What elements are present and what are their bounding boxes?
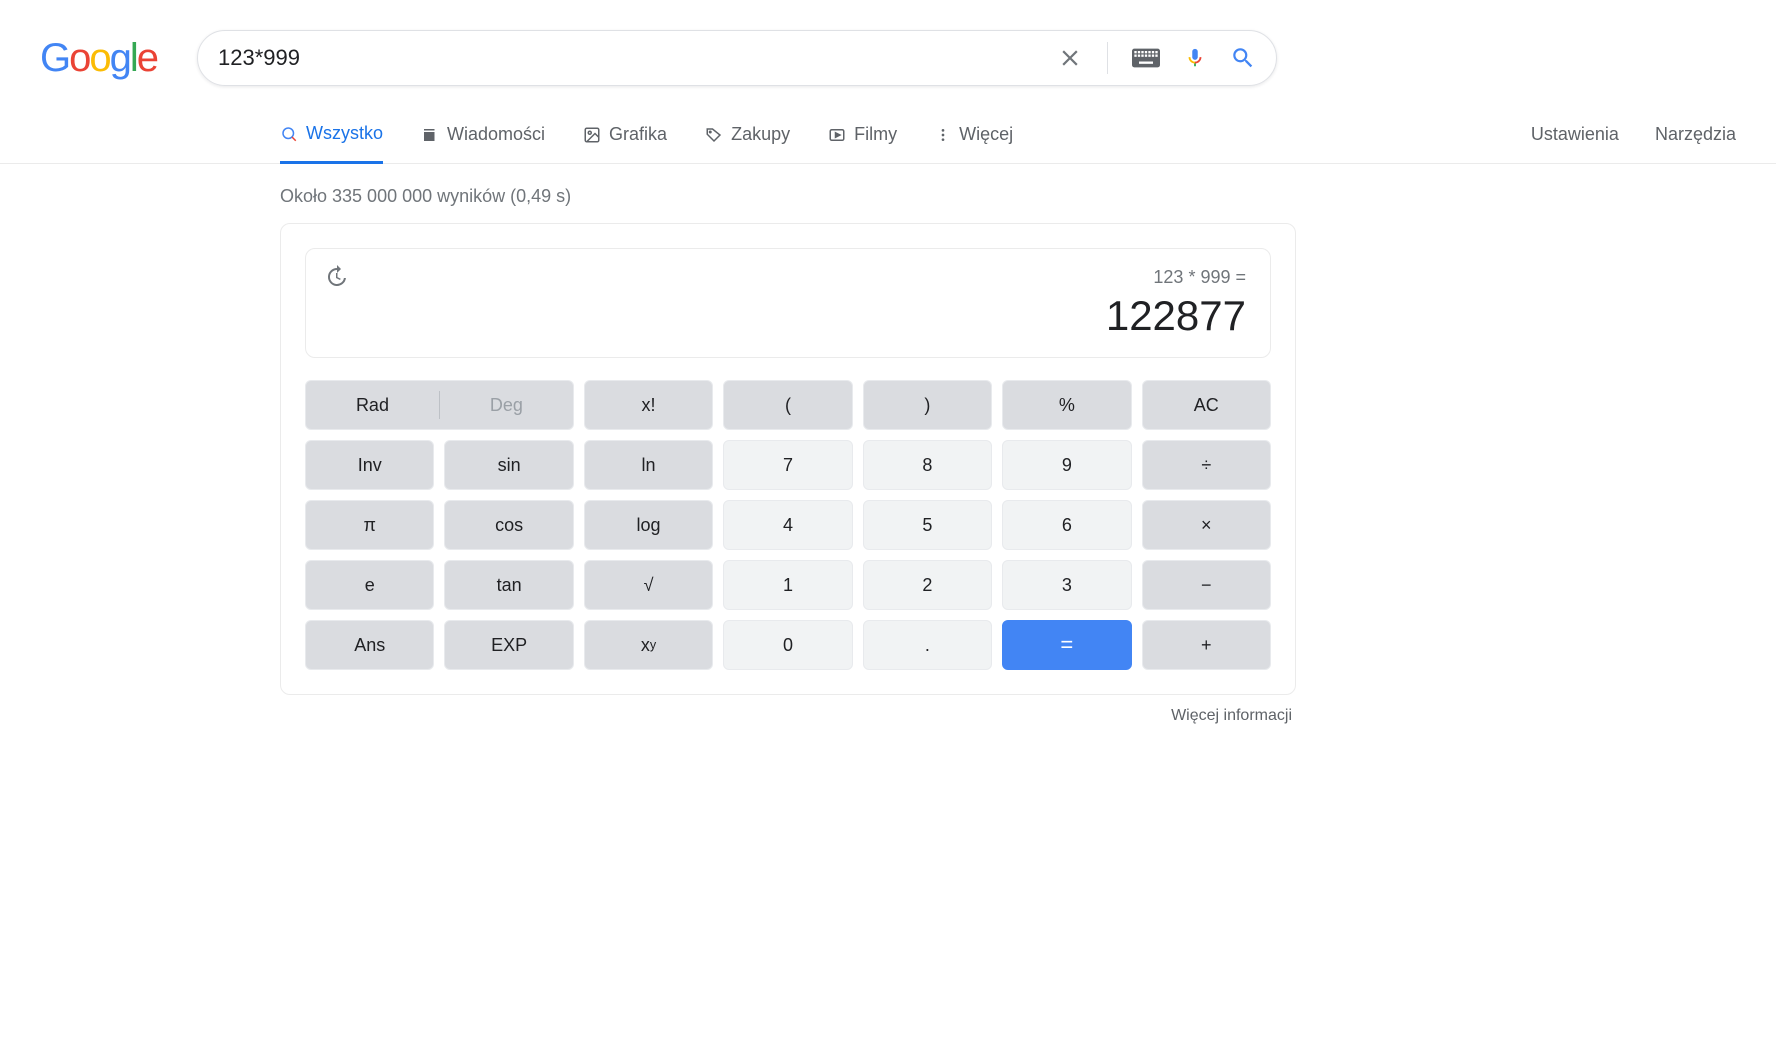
calc-btn-power[interactable]: xy <box>584 620 713 670</box>
calc-btn-sin[interactable]: sin <box>444 440 573 490</box>
tab-videos-label: Filmy <box>854 124 897 145</box>
calc-btn-6[interactable]: 6 <box>1002 500 1131 550</box>
tab-images-label: Grafika <box>609 124 667 145</box>
google-logo[interactable]: Google <box>40 36 157 81</box>
calc-btn-subtract[interactable]: − <box>1142 560 1271 610</box>
calc-btn-tan[interactable]: tan <box>444 560 573 610</box>
calc-btn-ans[interactable]: Ans <box>305 620 434 670</box>
calc-btn-divide[interactable]: ÷ <box>1142 440 1271 490</box>
calc-btn-3[interactable]: 3 <box>1002 560 1131 610</box>
calc-btn-dot[interactable]: . <box>863 620 992 670</box>
calc-btn-rparen[interactable]: ) <box>863 380 992 430</box>
tab-news-label: Wiadomości <box>447 124 545 145</box>
keyboard-icon[interactable] <box>1132 48 1160 68</box>
calc-btn-deg[interactable]: Deg <box>440 395 573 416</box>
calc-btn-percent[interactable]: % <box>1002 380 1131 430</box>
separator <box>1107 42 1108 74</box>
tab-settings[interactable]: Ustawienia <box>1531 124 1619 145</box>
calc-btn-ac[interactable]: AC <box>1142 380 1271 430</box>
tab-shopping-label: Zakupy <box>731 124 790 145</box>
calc-btn-pi[interactable]: π <box>305 500 434 550</box>
tab-images[interactable]: Grafika <box>583 106 667 163</box>
calc-btn-0[interactable]: 0 <box>723 620 852 670</box>
search-bar <box>197 30 1277 86</box>
tab-videos[interactable]: Filmy <box>828 106 897 163</box>
tab-tools-label: Narzędzia <box>1655 124 1736 145</box>
mic-icon[interactable] <box>1184 44 1206 72</box>
calc-btn-log[interactable]: log <box>584 500 713 550</box>
calc-expression: 123 * 999 = <box>330 267 1246 288</box>
calc-btn-7[interactable]: 7 <box>723 440 852 490</box>
calc-btn-rad[interactable]: Rad <box>306 395 439 416</box>
search-input[interactable] <box>218 45 1057 71</box>
calc-btn-add[interactable]: + <box>1142 620 1271 670</box>
tabs-row: Wszystko Wiadomości Grafika Zakupy Filmy… <box>0 106 1776 164</box>
calc-btn-1[interactable]: 1 <box>723 560 852 610</box>
clear-icon[interactable] <box>1057 45 1083 71</box>
results-meta: Około 335 000 000 wyników (0,49 s) <box>0 164 1776 223</box>
calc-btn-2[interactable]: 2 <box>863 560 992 610</box>
calc-btn-4[interactable]: 4 <box>723 500 852 550</box>
tab-more-label: Więcej <box>959 124 1013 145</box>
calc-btn-cos[interactable]: cos <box>444 500 573 550</box>
calc-btn-e[interactable]: e <box>305 560 434 610</box>
tab-tools[interactable]: Narzędzia <box>1655 124 1736 145</box>
tab-settings-label: Ustawienia <box>1531 124 1619 145</box>
tab-shopping[interactable]: Zakupy <box>705 106 790 163</box>
calc-btn-sqrt[interactable]: √ <box>584 560 713 610</box>
tab-all-label: Wszystko <box>306 123 383 144</box>
calc-btn-9[interactable]: 9 <box>1002 440 1131 490</box>
tab-more[interactable]: Więcej <box>935 106 1013 163</box>
calc-btn-equals[interactable]: = <box>1002 620 1131 670</box>
calc-btn-factorial[interactable]: x! <box>584 380 713 430</box>
history-icon[interactable] <box>324 265 348 294</box>
calc-btn-5[interactable]: 5 <box>863 500 992 550</box>
tab-all[interactable]: Wszystko <box>280 107 383 164</box>
calc-btn-rad-deg[interactable]: Rad Deg <box>305 380 574 430</box>
calc-btn-exp[interactable]: EXP <box>444 620 573 670</box>
more-info-link[interactable]: Więcej informacji <box>1171 707 1292 724</box>
calc-btn-multiply[interactable]: × <box>1142 500 1271 550</box>
tab-news[interactable]: Wiadomości <box>421 106 545 163</box>
calculator-keypad: Rad Deg x! ( ) % AC Inv sin ln 7 8 9 ÷ π… <box>305 380 1271 670</box>
calc-result: 122877 <box>330 292 1246 340</box>
calculator-card: 123 * 999 = 122877 Rad Deg x! ( ) % AC I… <box>280 223 1296 695</box>
calc-btn-ln[interactable]: ln <box>584 440 713 490</box>
calc-btn-inv[interactable]: Inv <box>305 440 434 490</box>
calculator-display: 123 * 999 = 122877 <box>305 248 1271 358</box>
search-icon[interactable] <box>1230 45 1256 71</box>
calc-btn-8[interactable]: 8 <box>863 440 992 490</box>
calc-btn-lparen[interactable]: ( <box>723 380 852 430</box>
